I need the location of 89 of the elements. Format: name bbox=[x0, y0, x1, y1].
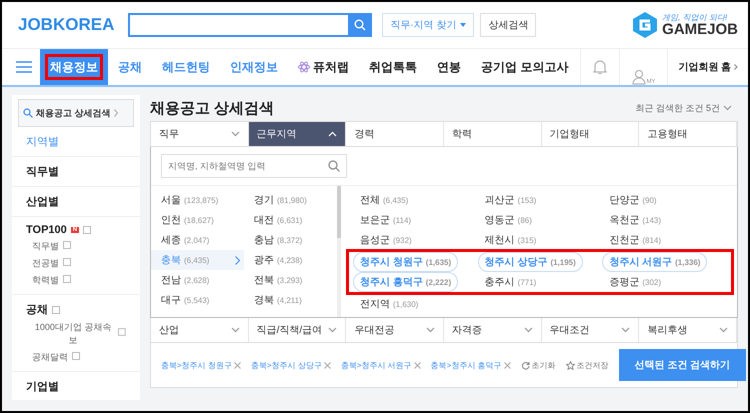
selected-condition: 충북>청주시 청원구 bbox=[161, 360, 232, 370]
close-icon[interactable] bbox=[324, 362, 331, 368]
sidebar-subitem[interactable]: 직무별 bbox=[32, 240, 59, 253]
sidebar-subitem[interactable]: 전공별 bbox=[32, 257, 59, 270]
province-item[interactable]: 충남 (8,372) bbox=[244, 230, 337, 250]
close-icon[interactable] bbox=[504, 362, 511, 368]
close-icon[interactable] bbox=[234, 362, 241, 368]
promo-brand[interactable]: GAMEJOB bbox=[662, 22, 738, 36]
search-field[interactable] bbox=[128, 13, 372, 37]
sidebar-subitem[interactable]: 학력별 bbox=[32, 274, 59, 287]
nav-tab[interactable]: 취업톡톡 bbox=[359, 49, 427, 85]
chevron-icon bbox=[235, 256, 240, 264]
chevron-icon bbox=[723, 105, 732, 111]
province-item[interactable]: 세종 (2,047) bbox=[151, 230, 244, 250]
bell-icon[interactable] bbox=[593, 59, 608, 75]
selected-condition: 충북>청주시 상당구 bbox=[250, 360, 322, 370]
district-item[interactable]: 전지역 (1,630) bbox=[353, 294, 426, 314]
province-item[interactable]: 경북 (4,211) bbox=[244, 290, 337, 310]
district-item[interactable]: 단양군 (90) bbox=[602, 190, 664, 210]
region-search-field[interactable]: 지역명, 지하철역명 입력 bbox=[161, 154, 347, 178]
selected-condition: 충북>청주시 서원구 bbox=[340, 360, 412, 370]
detail-search-button[interactable]: 상세검색 bbox=[480, 13, 536, 37]
square-icon bbox=[83, 226, 92, 234]
user-icon[interactable] bbox=[632, 69, 646, 85]
selected-condition: 충북>청주시 흥덕구 bbox=[430, 360, 502, 370]
province-item[interactable]: 경기 (81,980) bbox=[244, 190, 337, 210]
sidebar-item[interactable]: 공채 bbox=[26, 302, 48, 317]
district-item[interactable]: 제천시 (315) bbox=[478, 230, 544, 250]
recent-searches-dropdown[interactable]: 최근 검색한 조건 5건 bbox=[629, 100, 738, 116]
caret-icon bbox=[460, 23, 466, 27]
district-item[interactable]: 진천군 (814) bbox=[602, 230, 668, 250]
detail-search-link[interactable]: 채용공고 상세검색 bbox=[18, 99, 134, 127]
nav-tab[interactable]: 연봉 bbox=[427, 49, 471, 85]
search-button[interactable] bbox=[348, 13, 372, 37]
province-item[interactable]: 광주 (4,238) bbox=[244, 250, 337, 270]
province-item[interactable]: 서울 (123,875) bbox=[151, 190, 244, 210]
search-icon bbox=[23, 108, 33, 118]
province-item[interactable]: 전북 (3,293) bbox=[244, 270, 337, 290]
reset-button[interactable]: 초기화 bbox=[520, 360, 556, 370]
sidebar-item[interactable]: TOP100 bbox=[26, 224, 67, 236]
sidebar-subitem[interactable]: 1000대기업 공채속보 bbox=[32, 321, 114, 347]
atom-icon bbox=[298, 61, 310, 73]
province-item[interactable]: 전남 (2,628) bbox=[151, 270, 244, 290]
district-item[interactable]: 충주시 (771) bbox=[478, 272, 544, 292]
chevron-icon bbox=[718, 327, 728, 333]
district-item[interactable]: 증평군 (302) bbox=[602, 272, 668, 292]
province-item[interactable]: 대구 (5,543) bbox=[151, 290, 244, 310]
chevron-icon bbox=[734, 64, 738, 70]
nav-tab[interactable]: 공기업 모의고사 bbox=[471, 49, 578, 85]
refresh-icon bbox=[520, 360, 530, 370]
province-item[interactable]: 인천 (18,627) bbox=[151, 210, 244, 230]
promo-tagline: 게임, 직업이 되다! bbox=[662, 14, 728, 22]
corporate-home-link[interactable]: 기업회원 홈 bbox=[667, 49, 748, 85]
sidebar-subitem[interactable]: 공채달력 bbox=[32, 351, 68, 364]
nav-tab[interactable]: 퓨처랩 bbox=[288, 49, 359, 85]
district-item[interactable]: 음성군 (932) bbox=[353, 230, 419, 250]
chevron-icon bbox=[230, 327, 240, 333]
menu-icon[interactable] bbox=[16, 61, 32, 73]
district-item[interactable]: 옥천군 (143) bbox=[602, 210, 668, 230]
square-icon bbox=[52, 306, 60, 314]
star-icon bbox=[566, 360, 575, 370]
province-item[interactable]: 대전 (6,631) bbox=[244, 210, 337, 230]
hexagon-logo-icon bbox=[632, 11, 658, 39]
square-icon bbox=[63, 240, 71, 248]
filter-tab[interactable]: 근무지역 bbox=[248, 122, 346, 146]
sidebar-item[interactable]: 직무별 bbox=[26, 164, 59, 179]
square-icon bbox=[63, 274, 71, 282]
square-icon bbox=[72, 352, 80, 360]
square-icon bbox=[63, 258, 71, 266]
save-conditions-button[interactable]: 조건저장 bbox=[566, 360, 609, 370]
sidebar-item[interactable]: 기업별 bbox=[26, 379, 59, 394]
district-item[interactable]: 전체 (6,435) bbox=[353, 190, 416, 210]
page-title: 채용공고 상세검색 bbox=[150, 98, 274, 118]
site-logo[interactable]: JOBKOREA bbox=[18, 14, 114, 36]
square-icon bbox=[118, 328, 126, 336]
close-icon[interactable] bbox=[414, 362, 421, 368]
chevron-icon bbox=[114, 109, 118, 117]
chevron-icon bbox=[621, 327, 630, 333]
chevron-icon bbox=[328, 327, 338, 333]
district-item[interactable]: 괴산군 (153) bbox=[478, 190, 544, 210]
sidebar-item[interactable]: 산업별 bbox=[26, 194, 59, 209]
chevron-icon bbox=[524, 327, 533, 333]
search-icon bbox=[328, 160, 340, 172]
chevron-icon bbox=[230, 131, 240, 137]
chevron-icon bbox=[328, 131, 338, 137]
chevron-icon bbox=[426, 327, 435, 333]
district-item[interactable]: 영동군 (86) bbox=[478, 210, 539, 230]
district-item[interactable]: 보은군 (114) bbox=[353, 210, 418, 230]
search-icon bbox=[354, 19, 366, 31]
